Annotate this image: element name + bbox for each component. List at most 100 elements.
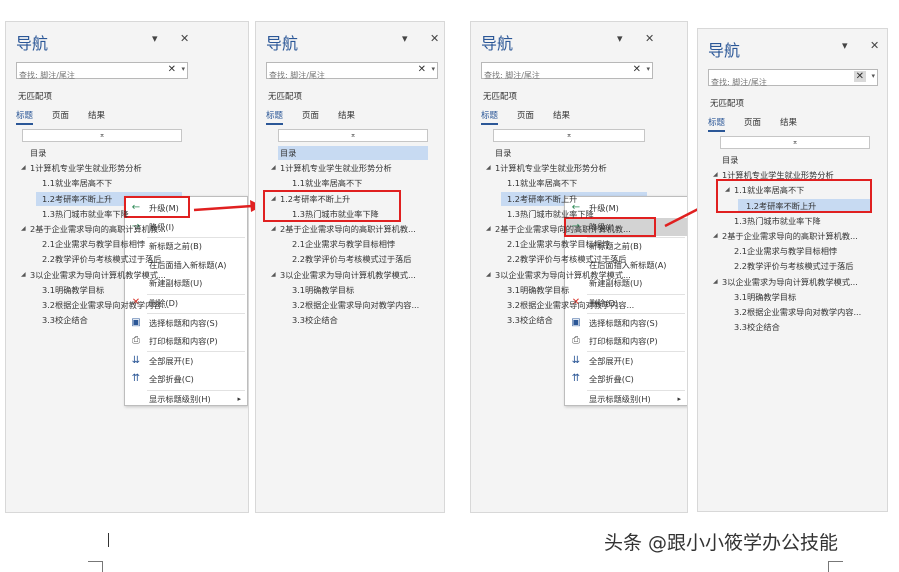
heading-item[interactable]: 2.2教学评价与考核模式过于落后 [734,259,853,273]
heading-item[interactable]: 3.3校企结合 [292,313,338,327]
heading-item[interactable]: 1.1就业率居高不下 [42,176,112,190]
heading-item[interactable]: 3.1明确教学目标 [42,283,104,297]
heading-item[interactable]: ◢ 3以企业需求为导向计算机教学模式... [271,268,416,282]
clear-search-icon[interactable]: ✕ [168,64,176,75]
heading-item[interactable]: ◢ 1计算机专业学生就业形势分析 [21,161,142,175]
heading-item[interactable]: ◢ 3以企业需求为导向计算机教学模式... [21,268,166,282]
expand-triangle-icon[interactable]: ◢ [271,222,276,236]
heading-item[interactable]: 3.3校企结合 [734,320,780,334]
heading-item[interactable]: 2.1企业需求与教学目标相悖 [734,244,837,258]
menu-item[interactable]: ⇈ 全部折叠(C) [565,370,687,388]
search-input[interactable] [709,75,877,90]
close-icon[interactable]: ✕ [645,32,654,45]
menu-item[interactable]: ▣ 选择标题和内容(S) [565,314,687,332]
heading-item[interactable]: ◢ 2基于企业需求导向的高职计算机教... [21,222,166,236]
heading-item[interactable]: ◢ 3以企业需求为导向计算机教学模式... [486,268,631,282]
expand-triangle-icon[interactable]: ◢ [271,192,276,206]
close-icon[interactable]: ✕ [180,32,189,45]
heading-item[interactable]: 2.1企业需求与教学目标相悖 [507,237,610,251]
expand-triangle-icon[interactable]: ◢ [486,161,491,175]
clear-search-icon[interactable]: ✕ [418,64,426,75]
search-box[interactable]: ✕ ▾ [16,62,188,83]
heading-item[interactable]: 1.2考研率不断上升 [42,192,112,206]
search-input[interactable] [482,68,652,83]
heading-item[interactable]: ◢ 2基于企业需求导向的高职计算机教... [713,229,858,243]
menu-item[interactable]: ⇈ 全部折叠(C) [125,370,247,388]
heading-item[interactable]: 1.2考研率不断上升 [507,192,577,206]
heading-item[interactable]: 2.2教学评价与考核模式过于落后 [42,252,161,266]
expand-triangle-icon[interactable]: ◢ [21,268,26,282]
menu-item[interactable]: 显示标题级别(H) ▸ [125,390,247,408]
heading-item[interactable]: ◢ 1.1就业率居高不下 [725,183,804,197]
heading-item[interactable]: 1.1就业率居高不下 [292,176,362,190]
search-dropdown-icon[interactable]: ▾ [871,72,875,80]
expand-triangle-icon[interactable]: ◢ [486,222,491,236]
expand-triangle-icon[interactable]: ◢ [713,168,718,182]
menu-item[interactable]: ▣ 选择标题和内容(S) [125,314,247,332]
heading-item[interactable]: 1.3热门城市就业率下降 [734,214,821,228]
heading-item[interactable]: 2.1企业需求与教学目标相悖 [292,237,395,251]
heading-item[interactable]: 3.2根据企业需求导向对教学内容... [507,298,634,312]
tab-results[interactable]: 结果 [338,109,355,121]
tab-results[interactable]: 结果 [553,109,570,121]
heading-item[interactable]: 3.2根据企业需求导向对教学内容... [42,298,169,312]
expand-triangle-icon[interactable]: ◢ [271,161,276,175]
close-icon[interactable]: ✕ [430,32,439,45]
heading-item[interactable]: 1.1就业率居高不下 [507,176,577,190]
expand-triangle-icon[interactable]: ◢ [725,183,730,197]
heading-item[interactable]: 目录 [722,153,738,167]
heading-item[interactable]: ◢ 1计算机专业学生就业形势分析 [713,168,834,182]
heading-item[interactable]: 目录 [30,146,46,160]
heading-item[interactable]: 1.3热门城市就业率下降 [42,207,129,221]
tab-pages[interactable]: 页面 [302,109,319,121]
pane-options-icon[interactable]: ▾ [617,32,623,45]
heading-item[interactable]: 2.2教学评价与考核模式过于落后 [507,252,626,266]
pane-options-icon[interactable]: ▾ [402,32,408,45]
search-box[interactable]: ✕ ▾ [266,62,438,83]
heading-item[interactable]: ◢ 2基于企业需求导向的高职计算机教... [486,222,631,236]
search-input[interactable] [17,68,187,83]
menu-item[interactable]: ⇊ 全部展开(E) [565,352,687,370]
heading-item[interactable]: 3.2根据企业需求导向对教学内容... [734,305,861,319]
tab-headings[interactable]: 标题 [266,109,284,125]
heading-item[interactable]: 1.3热门城市就业率下降 [507,207,594,221]
search-dropdown-icon[interactable]: ▾ [181,65,185,73]
heading-item[interactable]: 2.1企业需求与教学目标相悖 [42,237,145,251]
search-box[interactable]: ✕ ▾ [708,69,878,90]
heading-item[interactable]: 3.1明确教学目标 [507,283,569,297]
expand-triangle-icon[interactable]: ◢ [486,268,491,282]
heading-item[interactable]: ◢ 2基于企业需求导向的高职计算机教... [271,222,416,236]
search-dropdown-icon[interactable]: ▾ [646,65,650,73]
expand-triangle-icon[interactable]: ◢ [713,275,718,289]
menu-item[interactable]: ⎙ 打印标题和内容(P) [125,332,247,350]
search-dropdown-icon[interactable]: ▾ [431,65,435,73]
expand-triangle-icon[interactable]: ◢ [271,268,276,282]
expand-triangle-icon[interactable]: ◢ [21,161,26,175]
tab-pages[interactable]: 页面 [52,109,69,121]
heading-item[interactable]: 目录 [280,146,296,160]
tab-pages[interactable]: 页面 [744,116,761,128]
collapse-bar[interactable]: ⌅ [22,129,182,142]
heading-item[interactable]: 目录 [495,146,511,160]
tab-headings[interactable]: 标题 [481,109,499,125]
menu-item[interactable]: ⎙ 打印标题和内容(P) [565,332,687,350]
tab-headings[interactable]: 标题 [16,109,34,125]
heading-item[interactable]: ◢ 3以企业需求为导向计算机教学模式... [713,275,858,289]
tab-results[interactable]: 结果 [88,109,105,121]
heading-item[interactable]: 3.3校企结合 [42,313,88,327]
menu-item[interactable]: ⇊ 全部展开(E) [125,352,247,370]
heading-item[interactable]: ◢ 1计算机专业学生就业形势分析 [271,161,392,175]
search-box[interactable]: ✕ ▾ [481,62,653,83]
expand-triangle-icon[interactable]: ◢ [21,222,26,236]
clear-search-icon[interactable]: ✕ [633,64,641,75]
collapse-bar[interactable]: ⌅ [493,129,645,142]
heading-item[interactable]: 2.2教学评价与考核模式过于落后 [292,252,411,266]
collapse-bar[interactable]: ⌅ [720,136,870,149]
collapse-bar[interactable]: ⌅ [278,129,428,142]
tab-pages[interactable]: 页面 [517,109,534,121]
tab-results[interactable]: 结果 [780,116,797,128]
heading-item[interactable]: 3.1明确教学目标 [734,290,796,304]
heading-item[interactable]: ◢ 1计算机专业学生就业形势分析 [486,161,607,175]
pane-options-icon[interactable]: ▾ [152,32,158,45]
expand-triangle-icon[interactable]: ◢ [713,229,718,243]
